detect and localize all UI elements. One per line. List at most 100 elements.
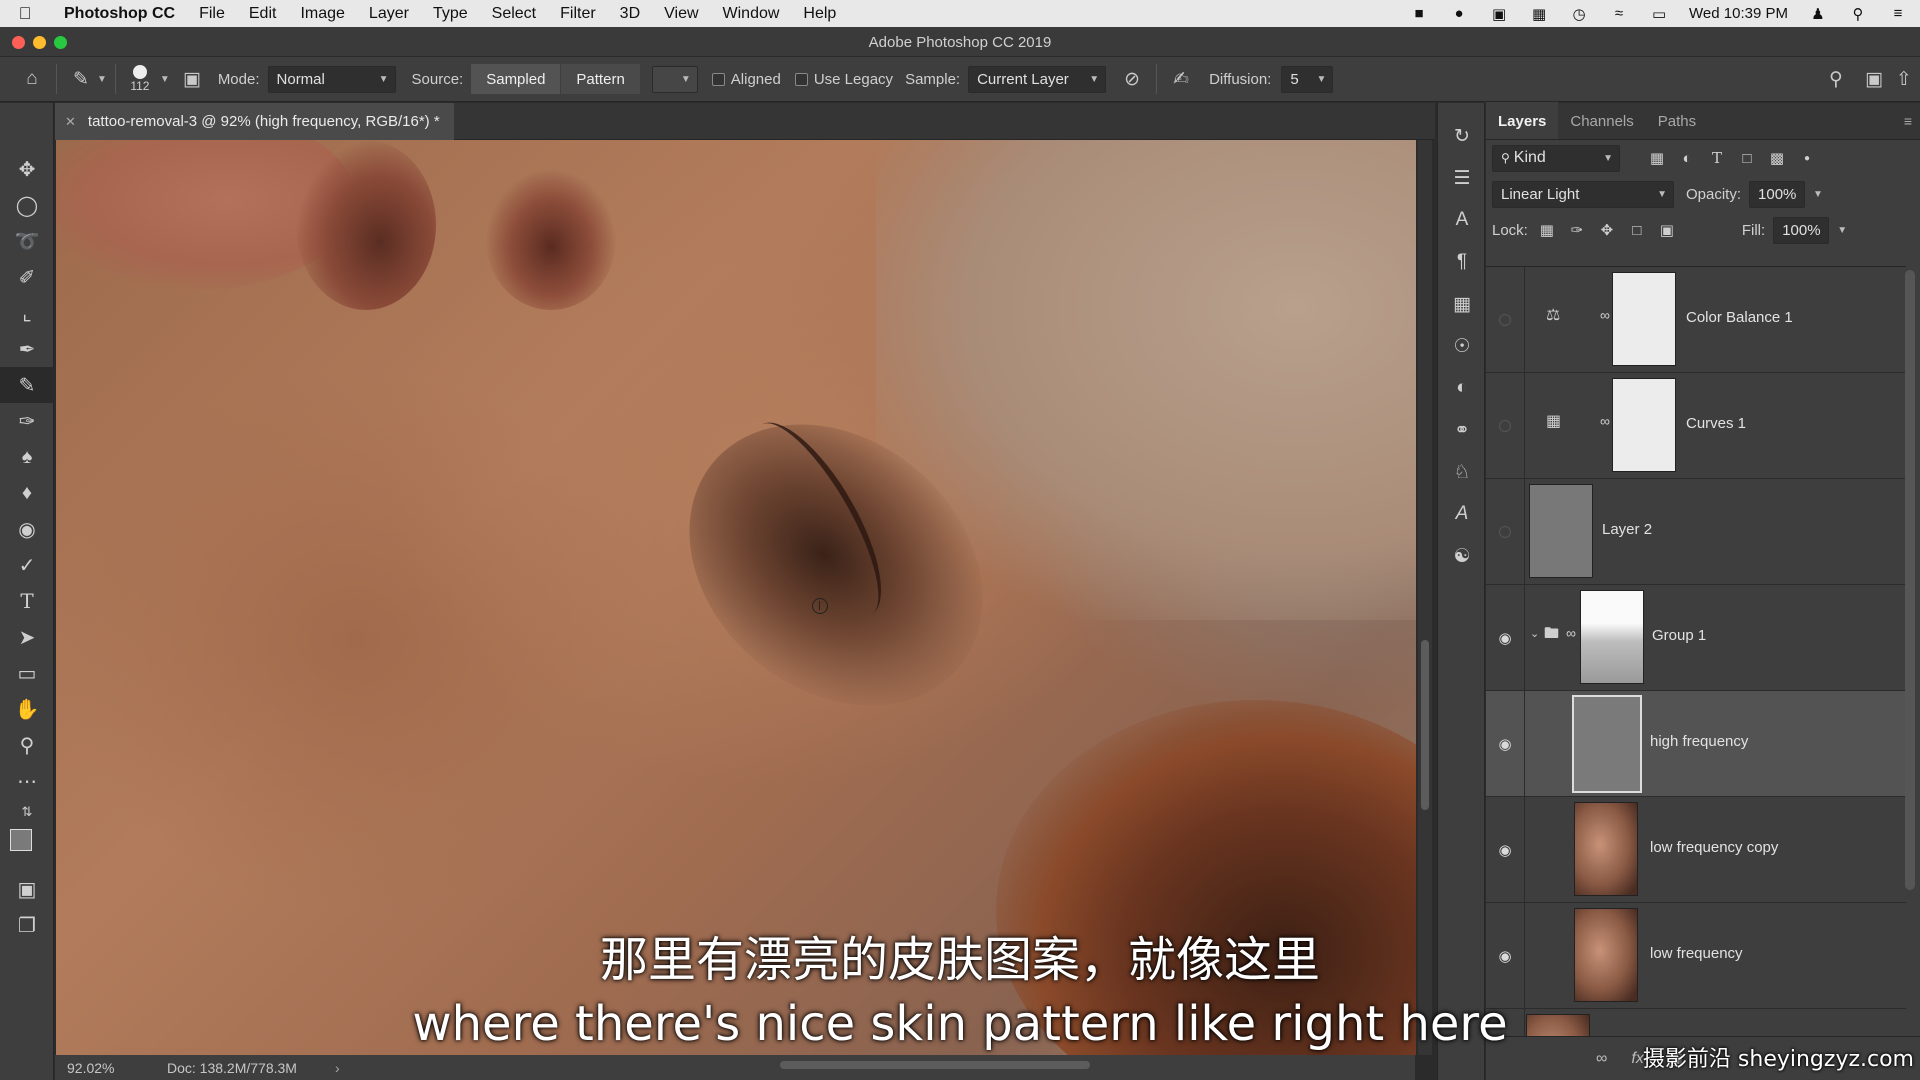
layer-row-high-frequency[interactable]: ◉ high frequency bbox=[1486, 690, 1906, 797]
fill-chevron-icon[interactable]: ▼ bbox=[1837, 225, 1847, 236]
marquee-tool-icon[interactable]: ◯ bbox=[0, 187, 54, 223]
layer-row-color-balance[interactable]: ⚖ ∞ Color Balance 1 bbox=[1486, 267, 1906, 373]
tab-channels[interactable]: Channels bbox=[1558, 102, 1645, 139]
menu-window[interactable]: Window bbox=[711, 5, 792, 23]
properties-icon[interactable]: ☰ bbox=[1438, 157, 1486, 199]
history-icon[interactable]: ↻ bbox=[1438, 115, 1486, 157]
eye-icon[interactable]: ◉ bbox=[1486, 841, 1524, 859]
menu-file[interactable]: File bbox=[187, 5, 237, 23]
creative-cloud-icon[interactable]: ● bbox=[1449, 5, 1469, 22]
pressure-size-icon[interactable]: ✍ bbox=[1165, 63, 1197, 95]
display-icon[interactable]: ▣ bbox=[1489, 5, 1509, 23]
lock-position-icon[interactable]: ✥ bbox=[1596, 219, 1618, 241]
notification-list-icon[interactable]: ≡ bbox=[1888, 5, 1908, 22]
filter-pixel-icon[interactable]: ▦ bbox=[1646, 147, 1668, 169]
filter-toggle-icon[interactable]: ● bbox=[1796, 147, 1818, 169]
canvas-horizontal-scrollbar[interactable] bbox=[780, 1061, 1090, 1069]
source-pattern-button[interactable]: Pattern bbox=[561, 64, 640, 94]
pen-tool-icon[interactable]: ✓ bbox=[0, 547, 54, 583]
brush-size-picker[interactable]: 112 bbox=[124, 65, 156, 93]
diffusion-field[interactable]: 5 ▼ bbox=[1281, 65, 1334, 93]
tab-paths[interactable]: Paths bbox=[1646, 102, 1708, 139]
preset-chevron-icon[interactable]: ▼ bbox=[97, 74, 107, 85]
filter-type-icon[interactable]: T bbox=[1706, 147, 1728, 169]
layer-row-curves[interactable]: ▦ ∞ Curves 1 bbox=[1486, 372, 1906, 479]
layer-mask-thumbnail[interactable] bbox=[1612, 378, 1676, 472]
quick-mask-icon[interactable]: ▣ bbox=[0, 871, 54, 907]
workspace-icon[interactable]: ▣ bbox=[1858, 63, 1890, 95]
glyphs-icon[interactable]: A bbox=[1438, 493, 1486, 535]
search-icon[interactable]: ⚲ bbox=[1820, 63, 1852, 95]
brush-settings-icon[interactable]: ▣ bbox=[176, 63, 208, 95]
layer-row-low-frequency-copy[interactable]: ◉ low frequency copy bbox=[1486, 796, 1906, 903]
menu-app-name[interactable]: Photoshop CC bbox=[50, 5, 187, 23]
canvas-vertical-scrollbar[interactable] bbox=[1418, 140, 1432, 1055]
pattern-picker[interactable]: ▼ bbox=[651, 65, 698, 93]
swatches-grid-icon[interactable]: ▦ bbox=[1438, 283, 1486, 325]
zoom-level[interactable]: 92.02% bbox=[55, 1060, 145, 1076]
layer-mask-thumbnail[interactable] bbox=[1612, 272, 1676, 366]
time-machine-icon[interactable]: ◷ bbox=[1569, 5, 1589, 23]
menu-image[interactable]: Image bbox=[288, 5, 356, 23]
document-tab[interactable]: ✕ tattoo-removal-3 @ 92% (high frequency… bbox=[55, 103, 454, 140]
blur-tool-icon[interactable]: ♦ bbox=[0, 475, 54, 511]
group-mask-thumbnail[interactable] bbox=[1580, 590, 1644, 684]
learn-icon[interactable]: ☉ bbox=[1438, 325, 1486, 367]
airplay-icon[interactable]: ▭ bbox=[1649, 5, 1669, 23]
visibility-toggle[interactable] bbox=[1486, 419, 1524, 432]
character-icon[interactable]: A bbox=[1438, 199, 1486, 241]
image-canvas[interactable] bbox=[56, 140, 1416, 1055]
menu-clock[interactable]: Wed 10:39 PM bbox=[1689, 5, 1788, 22]
path-selection-tool-icon[interactable]: ➤ bbox=[0, 619, 54, 655]
link-layers-icon[interactable]: ∞ bbox=[1596, 1050, 1607, 1068]
menu-layer[interactable]: Layer bbox=[357, 5, 421, 23]
ignore-adjustment-layers-icon[interactable]: ⊘ bbox=[1116, 63, 1148, 95]
home-icon[interactable]: ⌂ bbox=[16, 63, 48, 95]
wifi-icon[interactable]: ≈ bbox=[1609, 5, 1629, 22]
link-icon[interactable]: ∞ bbox=[1600, 307, 1610, 323]
menu-view[interactable]: View bbox=[652, 5, 710, 23]
more-tools-icon[interactable]: ⋯ bbox=[0, 763, 54, 799]
rectangle-tool-icon[interactable]: ▭ bbox=[0, 655, 54, 691]
spotlight-search-icon[interactable]: ⚲ bbox=[1848, 5, 1868, 23]
tool-presets-icon[interactable]: ☯ bbox=[1438, 535, 1486, 577]
filter-smart-object-icon[interactable]: ▩ bbox=[1766, 147, 1788, 169]
paragraph-icon[interactable]: ¶ bbox=[1438, 241, 1486, 283]
lock-image-icon[interactable]: ✑ bbox=[1566, 219, 1588, 241]
visibility-toggle[interactable] bbox=[1486, 525, 1524, 538]
source-sampled-button[interactable]: Sampled bbox=[471, 64, 561, 94]
lock-transparent-icon[interactable]: ▦ bbox=[1536, 219, 1558, 241]
apple-icon[interactable]:  bbox=[0, 4, 50, 24]
lock-all-icon[interactable]: ▣ bbox=[1656, 219, 1678, 241]
use-legacy-checkbox[interactable]: Use Legacy bbox=[794, 71, 893, 88]
eye-icon[interactable]: ◉ bbox=[1486, 947, 1524, 965]
opacity-chevron-icon[interactable]: ▼ bbox=[1813, 189, 1823, 200]
link-icon[interactable]: ∞ bbox=[1600, 413, 1610, 429]
clone-stamp-tool-icon[interactable]: ♠ bbox=[0, 439, 54, 475]
hand-tool-icon[interactable]: ✋ bbox=[0, 691, 54, 727]
healing-brush-tool-icon[interactable]: ✎ bbox=[0, 367, 54, 403]
quick-selection-tool-icon[interactable]: ✐ bbox=[0, 259, 54, 295]
color-swatches-icon[interactable] bbox=[0, 825, 54, 871]
camera-icon[interactable]: ■ bbox=[1409, 5, 1429, 22]
layer-row-partial[interactable] bbox=[1486, 1008, 1906, 1036]
swap-colors-icon[interactable]: ⇅ bbox=[0, 799, 54, 825]
panel-menu-icon[interactable]: ≡ bbox=[1904, 113, 1912, 129]
eye-icon[interactable]: ◉ bbox=[1486, 629, 1524, 647]
move-tool-icon[interactable]: ✥ bbox=[0, 151, 54, 187]
opacity-field[interactable]: 100% bbox=[1749, 180, 1806, 208]
menu-select[interactable]: Select bbox=[480, 5, 548, 23]
mode-dropdown[interactable]: Normal ▼ bbox=[267, 65, 396, 93]
screen-mode-icon[interactable]: ❐ bbox=[0, 907, 54, 943]
menu-type[interactable]: Type bbox=[421, 5, 480, 23]
visibility-toggle[interactable] bbox=[1486, 313, 1524, 326]
adjustments-icon[interactable]: ◐ bbox=[1438, 367, 1486, 409]
dodge-tool-icon[interactable]: ◉ bbox=[0, 511, 54, 547]
sample-dropdown[interactable]: Current Layer ▼ bbox=[968, 65, 1107, 93]
menu-help[interactable]: Help bbox=[791, 5, 848, 23]
layer-row-low-frequency[interactable]: ◉ low frequency bbox=[1486, 902, 1906, 1009]
layers-scrollbar[interactable] bbox=[1905, 270, 1915, 890]
menu-filter[interactable]: Filter bbox=[548, 5, 608, 23]
libraries-icon[interactable]: ⚭ bbox=[1438, 409, 1486, 451]
lasso-tool-icon[interactable]: ➰ bbox=[0, 223, 54, 259]
